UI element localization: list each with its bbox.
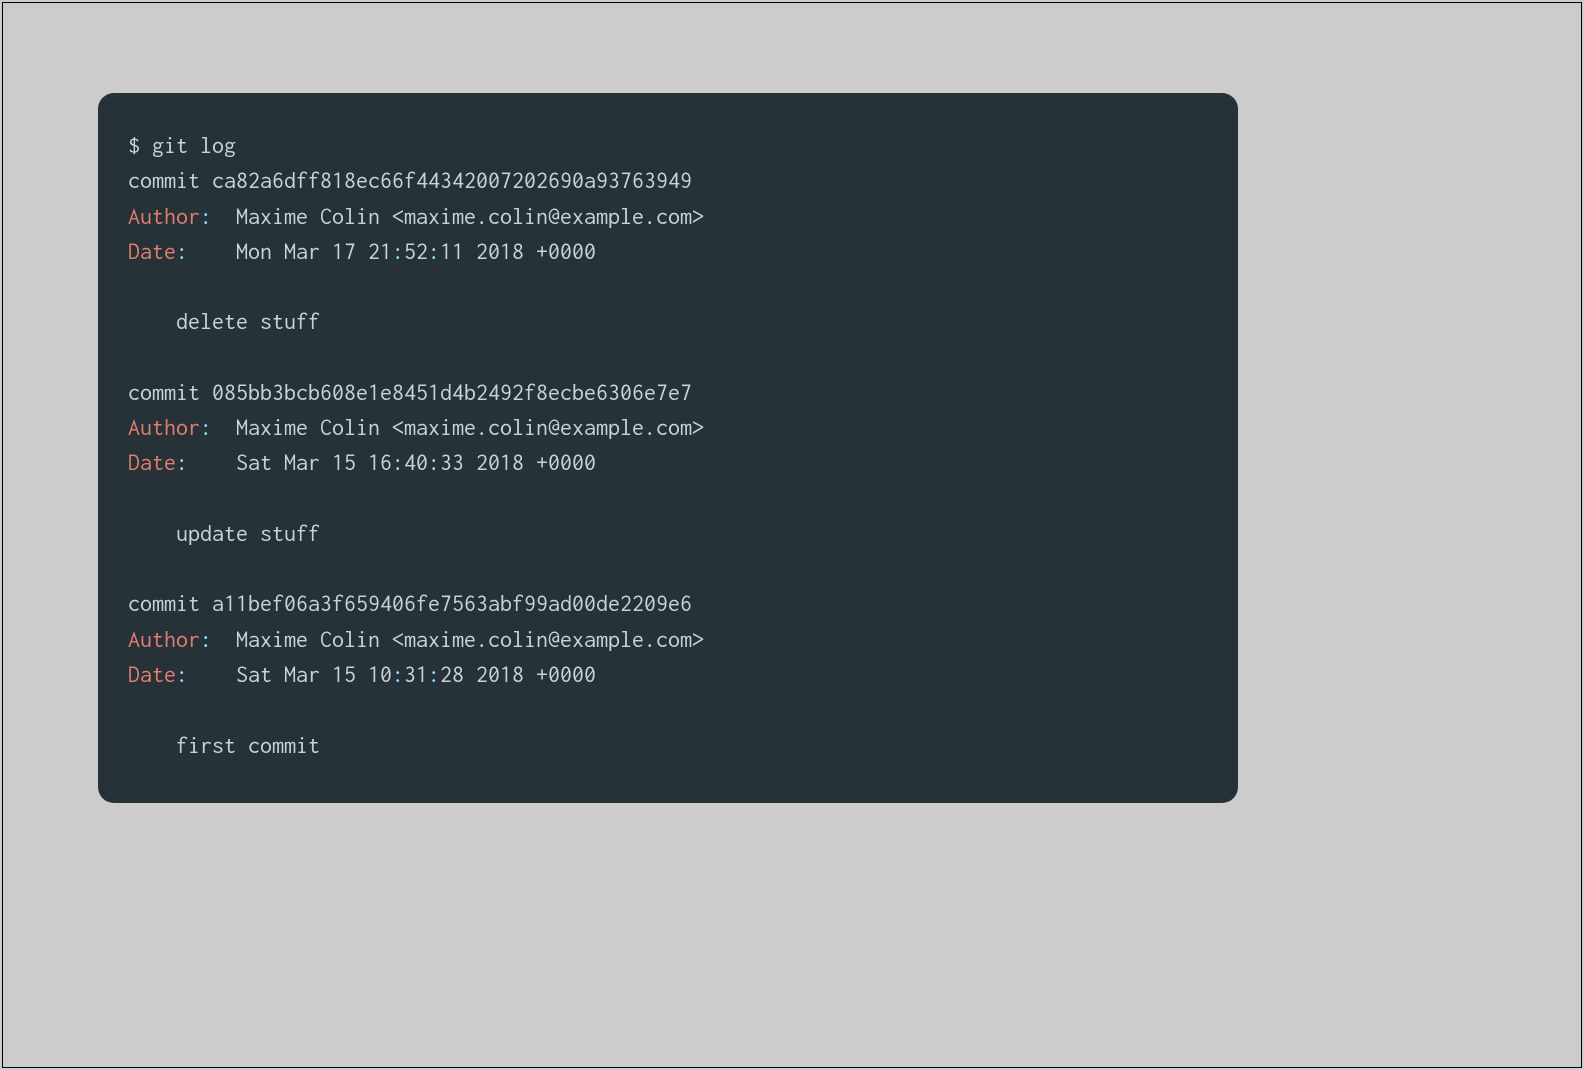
commit-line: commit ca82a6dff818ec66f44342007202690a9… [128,167,692,193]
prompt-line: $ git log [128,132,236,158]
commit-message: update stuff [128,520,320,546]
date-line: Date: Sat Mar 15 10:31:28 2018 +0000 [128,661,596,687]
date-line: Date: Sat Mar 15 16:40:33 2018 +0000 [128,449,596,475]
commit-line: commit a11bef06a3f659406fe7563abf99ad00d… [128,590,692,616]
terminal-window: $ git log commit ca82a6dff818ec66f443420… [98,93,1238,803]
commit-line: commit 085bb3bcb608e1e8451d4b2492f8ecbe6… [128,379,692,405]
author-line: Author: Maxime Colin <maxime.colin@examp… [128,203,704,229]
author-line: Author: Maxime Colin <maxime.colin@examp… [128,414,704,440]
commit-message: first commit [128,732,320,758]
slide-frame: $ git log commit ca82a6dff818ec66f443420… [2,2,1582,1068]
date-line: Date: Mon Mar 17 21:52:11 2018 +0000 [128,238,596,264]
author-line: Author: Maxime Colin <maxime.colin@examp… [128,626,704,652]
commit-message: delete stuff [128,308,320,334]
